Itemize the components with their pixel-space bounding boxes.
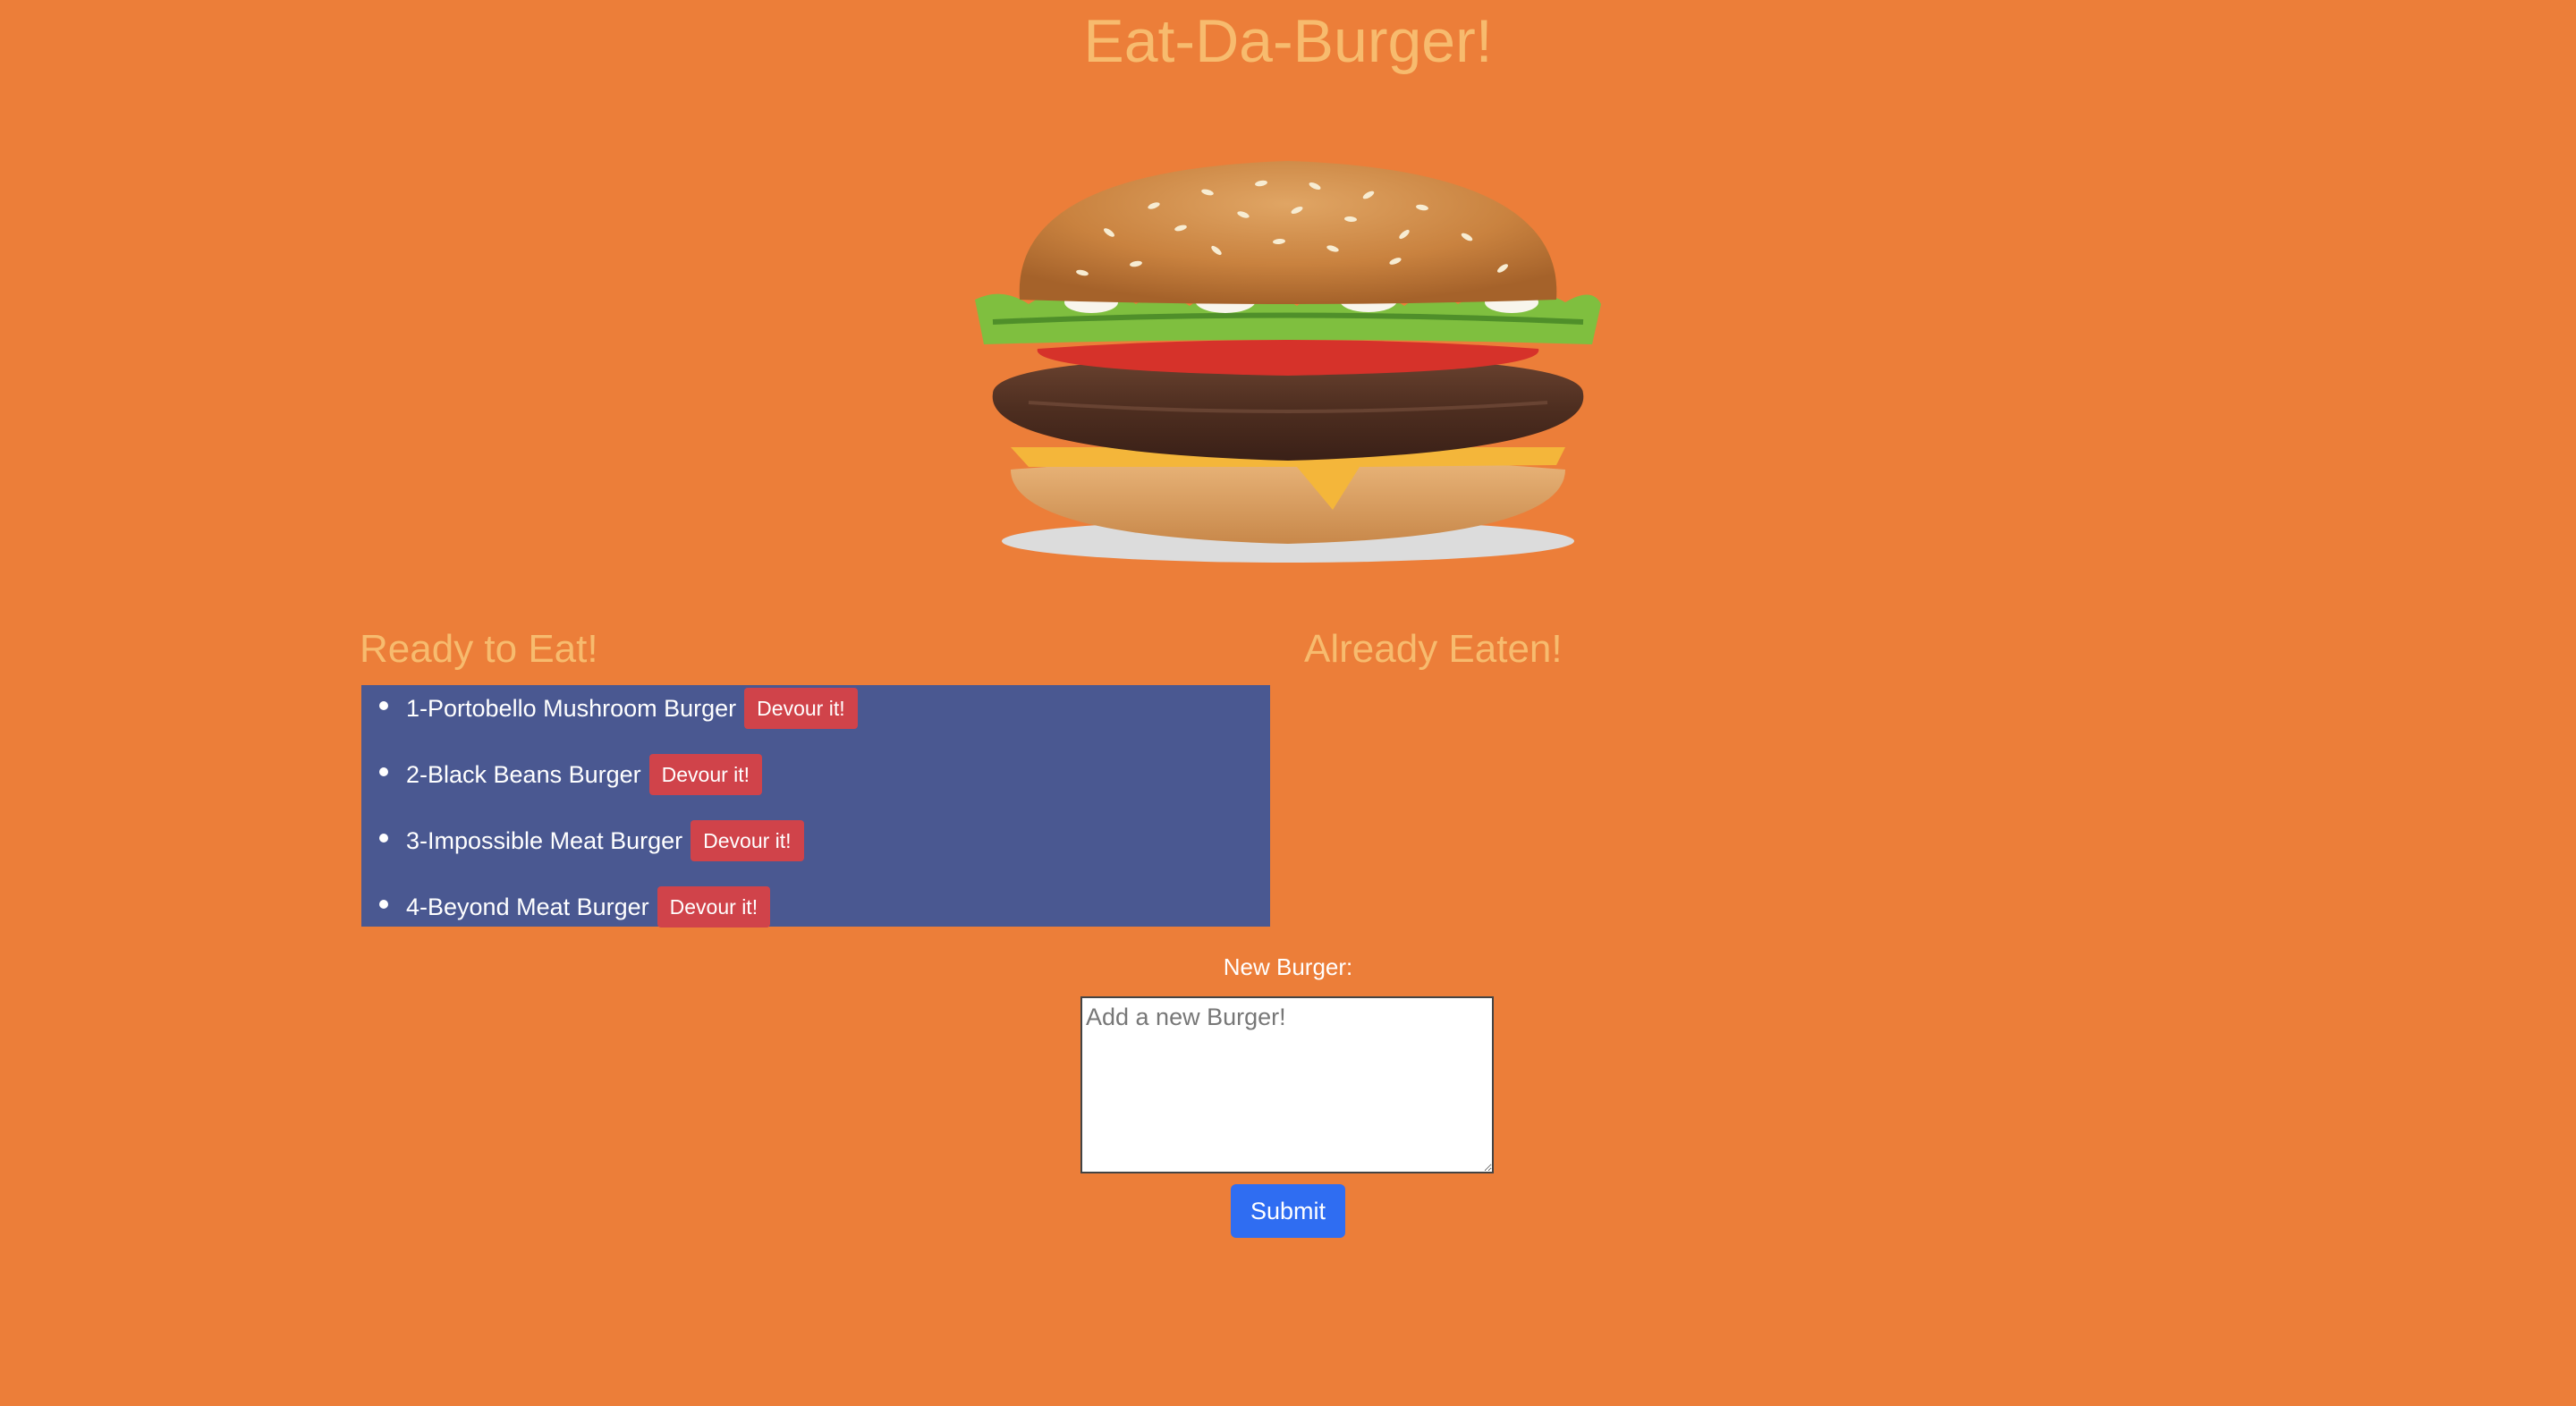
devour-button[interactable]: Devour it!: [691, 820, 804, 861]
list-item: 2-Black Beans Burger Devour it!: [379, 753, 763, 796]
burger-name: 3-Impossible Meat Burger: [406, 826, 683, 854]
burger-name: 2-Black Beans Burger: [406, 760, 641, 788]
bullet-icon: [379, 834, 388, 843]
burger-image: [975, 161, 1601, 563]
submit-button[interactable]: Submit: [1231, 1184, 1345, 1238]
bullet-icon: [379, 701, 388, 710]
burger-name: 4-Beyond Meat Burger: [406, 893, 649, 920]
list-item: 3-Impossible Meat Burger Devour it!: [379, 819, 804, 862]
bullet-icon: [379, 767, 388, 776]
new-burger-label: New Burger:: [1223, 953, 1353, 980]
ready-to-eat-list: 1-Portobello Mushroom Burger Devour it! …: [361, 685, 1270, 927]
bullet-icon: [379, 900, 388, 909]
devour-button[interactable]: Devour it!: [648, 754, 763, 795]
devour-button[interactable]: Devour it!: [744, 688, 858, 729]
list-item: 1-Portobello Mushroom Burger Devour it!: [379, 687, 858, 730]
list-item: 4-Beyond Meat Burger Devour it!: [379, 885, 771, 928]
new-burger-input[interactable]: [1080, 996, 1494, 1173]
already-eaten-heading: Already Eaten!: [1304, 627, 1563, 671]
ready-to-eat-heading: Ready to Eat!: [360, 627, 598, 671]
devour-button[interactable]: Devour it!: [657, 886, 771, 927]
burger-name: 1-Portobello Mushroom Burger: [406, 694, 737, 722]
page-title: Eat-Da-Burger!: [1083, 7, 1493, 75]
